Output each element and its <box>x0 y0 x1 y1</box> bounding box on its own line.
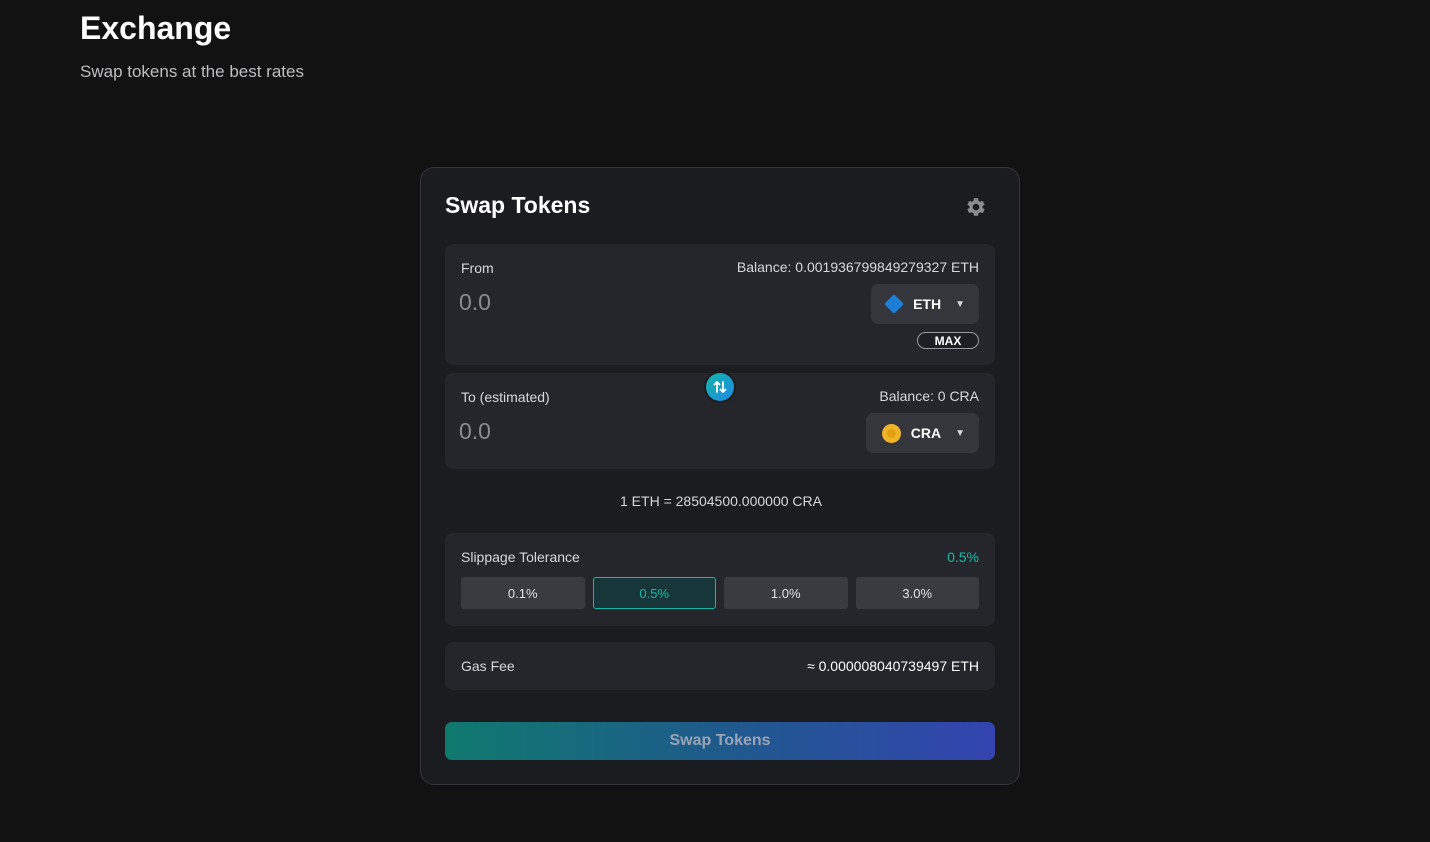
from-token-symbol: ETH <box>913 296 942 312</box>
gear-icon <box>967 198 985 216</box>
swap-tokens-button[interactable]: Swap Tokens <box>445 722 995 760</box>
to-balance: Balance: 0 CRA <box>879 388 979 404</box>
from-token-select[interactable]: ETH ▼ <box>871 284 979 324</box>
slippage-current-value: 0.5% <box>947 549 979 565</box>
gas-fee-label: Gas Fee <box>461 658 515 674</box>
gas-fee-panel: Gas Fee ≈ 0.000008040739497 ETH <box>445 642 995 690</box>
page-header: Exchange Swap tokens at the best rates <box>80 10 304 82</box>
slippage-option-selected[interactable]: 0.5% <box>592 577 716 609</box>
chevron-down-icon: ▼ <box>955 298 965 310</box>
to-token-symbol: CRA <box>910 425 942 441</box>
slippage-panel: Slippage Tolerance 0.5% 0.1% 0.5% 1.0% 3… <box>445 533 995 626</box>
cra-coin-icon <box>881 423 901 443</box>
chevron-down-icon: ▼ <box>955 427 965 439</box>
page-subtitle: Swap tokens at the best rates <box>80 62 304 81</box>
exchange-rate: 1 ETH = 28504500.000000 CRA <box>620 493 822 509</box>
settings-button[interactable] <box>965 196 987 218</box>
to-amount-input[interactable] <box>459 418 839 445</box>
card-title: Swap Tokens <box>445 192 591 218</box>
from-panel: From Balance: 0.001936799849279327 ETH E… <box>445 244 995 365</box>
swap-card: Swap Tokens From Balance: 0.001936799849… <box>420 167 1020 785</box>
page-title: Exchange <box>80 10 232 46</box>
from-amount-input[interactable] <box>459 289 839 316</box>
slippage-option[interactable]: 1.0% <box>724 577 848 609</box>
slippage-option[interactable]: 0.1% <box>461 577 585 609</box>
from-label: From <box>461 260 494 276</box>
eth-diamond-icon <box>884 294 904 314</box>
max-button[interactable]: MAX <box>917 332 979 349</box>
gas-fee-value: ≈ 0.000008040739497 ETH <box>807 658 979 674</box>
swap-direction-button[interactable] <box>706 373 734 401</box>
to-token-select[interactable]: CRA ▼ <box>865 413 979 453</box>
from-balance: Balance: 0.001936799849279327 ETH <box>736 259 979 275</box>
slippage-options: 0.1% 0.5% 1.0% 3.0% <box>461 577 979 609</box>
to-label: To (estimated) <box>461 389 550 405</box>
swap-arrows-icon <box>713 381 727 393</box>
slippage-label: Slippage Tolerance <box>461 549 580 565</box>
slippage-option[interactable]: 3.0% <box>855 577 979 609</box>
